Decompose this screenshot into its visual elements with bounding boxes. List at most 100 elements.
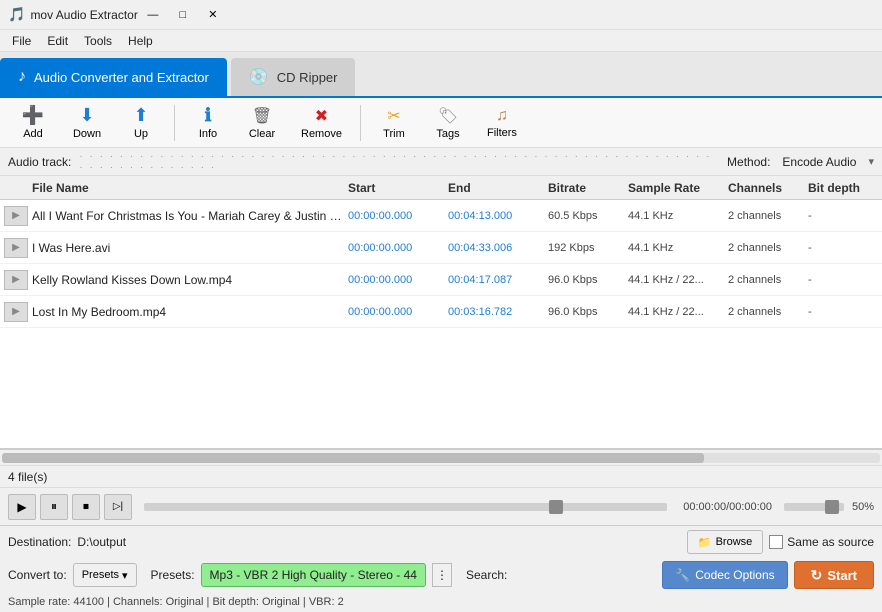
audiotrack-dots: · · · · · · · · · · · · · · · · · · · · … bbox=[79, 151, 719, 173]
trim-icon: ✂ bbox=[387, 106, 400, 126]
progress-bar[interactable] bbox=[144, 503, 667, 511]
volume-thumb[interactable] bbox=[825, 500, 839, 514]
menu-file[interactable]: File bbox=[4, 32, 39, 50]
down-label: Down bbox=[73, 128, 101, 140]
stop-button[interactable]: ⏹ bbox=[72, 494, 100, 520]
playback-time: 00:00:00/00:00:00 bbox=[683, 501, 772, 513]
maximize-button[interactable]: □ bbox=[168, 5, 198, 25]
menu-edit[interactable]: Edit bbox=[39, 32, 76, 50]
file-end: 00:04:33.006 bbox=[448, 242, 548, 254]
up-label: Up bbox=[134, 128, 148, 140]
destination-value: D:\output bbox=[77, 535, 681, 549]
toolbar-sep-1 bbox=[174, 105, 175, 141]
method-value: Encode Audio bbox=[782, 155, 856, 169]
file-start: 00:00:00.000 bbox=[348, 210, 448, 222]
file-end: 00:04:13.000 bbox=[448, 210, 548, 222]
start-button[interactable]: ↻ Start bbox=[794, 561, 874, 589]
header-channels: Channels bbox=[728, 181, 808, 195]
minimize-button[interactable]: — bbox=[138, 5, 168, 25]
clear-button[interactable]: 🗑 Clear bbox=[237, 102, 287, 144]
trim-button[interactable]: ✂ Trim bbox=[369, 102, 419, 144]
down-button[interactable]: ⬇ Down bbox=[62, 101, 112, 144]
file-name: I Was Here.avi bbox=[32, 241, 348, 255]
info-row: Sample rate: 44100 | Channels: Original … bbox=[0, 592, 882, 612]
info-text: Sample rate: 44100 | Channels: Original … bbox=[8, 596, 344, 608]
tags-label: Tags bbox=[436, 128, 459, 140]
filelist-header: File Name Start End Bitrate Sample Rate … bbox=[0, 176, 882, 200]
remove-button[interactable]: ✖ Remove bbox=[291, 102, 352, 144]
menu-help[interactable]: Help bbox=[120, 32, 161, 50]
file-start: 00:00:00.000 bbox=[348, 306, 448, 318]
browse-button[interactable]: 📁 Browse bbox=[687, 530, 763, 554]
method-menu-icon[interactable]: ▾ bbox=[868, 155, 874, 168]
titlebar: 🎵 mov Audio Extractor — □ ✕ bbox=[0, 0, 882, 30]
filters-icon: ♫ bbox=[496, 107, 508, 125]
file-name: Kelly Rowland Kisses Down Low.mp4 bbox=[32, 273, 348, 287]
tags-button[interactable]: 🏷 Tags bbox=[423, 102, 473, 144]
file-end: 00:03:16.782 bbox=[448, 306, 548, 318]
browse-label: Browse bbox=[716, 536, 753, 548]
converter-icon: ♪ bbox=[18, 68, 26, 86]
up-button[interactable]: ⬆ Up bbox=[116, 101, 166, 144]
toolbar: ➕ Add ⬇ Down ⬆ Up ℹ Info 🗑 Clear ✖ Remov… bbox=[0, 98, 882, 148]
destination-row: Destination: D:\output 📁 Browse Same as … bbox=[0, 526, 882, 558]
codec-options-button[interactable]: 🔧 Codec Options bbox=[662, 561, 787, 589]
menubar: File Edit Tools Help bbox=[0, 30, 882, 52]
info-icon: ℹ bbox=[205, 105, 212, 126]
toolbar-sep-2 bbox=[360, 105, 361, 141]
audiotrack-label: Audio track: bbox=[8, 155, 71, 169]
filters-label: Filters bbox=[487, 127, 517, 139]
presets-button[interactable]: Presets ▾ bbox=[73, 563, 137, 587]
presets-menu-button[interactable]: ⋮ bbox=[432, 563, 452, 587]
same-as-source[interactable]: Same as source bbox=[769, 535, 874, 549]
file-bitrate: 192 Kbps bbox=[548, 242, 628, 254]
pause-button[interactable]: ⏸ bbox=[40, 494, 68, 520]
method-label: Method: bbox=[727, 155, 770, 169]
play-button[interactable]: ▶ bbox=[8, 494, 36, 520]
file-samplerate: 44.1 KHz bbox=[628, 242, 728, 254]
tab-converter[interactable]: ♪ Audio Converter and Extractor bbox=[0, 58, 227, 96]
scroll-thumb[interactable] bbox=[2, 453, 704, 463]
file-bitrate: 96.0 Kbps bbox=[548, 274, 628, 286]
filelist-area: File Name Start End Bitrate Sample Rate … bbox=[0, 176, 882, 449]
audiotrack-bar: Audio track: · · · · · · · · · · · · · ·… bbox=[0, 148, 882, 176]
start-icon: ↻ bbox=[811, 567, 823, 584]
step-button[interactable]: ▷| bbox=[104, 494, 132, 520]
same-source-label: Same as source bbox=[787, 535, 874, 549]
header-bitrate: Bitrate bbox=[548, 181, 628, 195]
convert-row: Convert to: Presets ▾ Presets: Mp3 - VBR… bbox=[0, 558, 882, 592]
filters-button[interactable]: ♫ Filters bbox=[477, 103, 527, 143]
tags-icon: 🏷 bbox=[438, 106, 458, 126]
search-label: Search: bbox=[466, 568, 507, 582]
add-button[interactable]: ➕ Add bbox=[8, 101, 58, 144]
remove-label: Remove bbox=[301, 128, 342, 140]
bottom-controls: Destination: D:\output 📁 Browse Same as … bbox=[0, 525, 882, 612]
statusbar: 4 file(s) bbox=[0, 465, 882, 487]
table-row[interactable]: ▶ Lost In My Bedroom.mp4 00:00:00.000 00… bbox=[0, 296, 882, 328]
horizontal-scrollbar[interactable] bbox=[0, 449, 882, 465]
tab-cdripper[interactable]: 💿 CD Ripper bbox=[231, 58, 356, 96]
progress-thumb[interactable] bbox=[549, 500, 563, 514]
presets-value: Mp3 - VBR 2 High Quality - Stereo - 44 bbox=[201, 563, 426, 587]
file-samplerate: 44.1 KHz bbox=[628, 210, 728, 222]
file-bitdepth: - bbox=[808, 210, 878, 222]
presets-btn-label: Presets bbox=[82, 569, 119, 581]
close-button[interactable]: ✕ bbox=[198, 5, 228, 25]
menu-tools[interactable]: Tools bbox=[76, 32, 120, 50]
same-source-checkbox[interactable] bbox=[769, 535, 783, 549]
file-channels: 2 channels bbox=[728, 274, 808, 286]
info-button[interactable]: ℹ Info bbox=[183, 101, 233, 144]
header-samplerate: Sample Rate bbox=[628, 181, 728, 195]
table-row[interactable]: ▶ All I Want For Christmas Is You - Mari… bbox=[0, 200, 882, 232]
volume-label: 50% bbox=[852, 501, 874, 513]
playback-bar: ▶ ⏸ ⏹ ▷| 00:00:00/00:00:00 50% bbox=[0, 487, 882, 525]
file-samplerate: 44.1 KHz / 22... bbox=[628, 306, 728, 318]
file-bitdepth: - bbox=[808, 306, 878, 318]
file-start: 00:00:00.000 bbox=[348, 242, 448, 254]
table-row[interactable]: ▶ Kelly Rowland Kisses Down Low.mp4 00:0… bbox=[0, 264, 882, 296]
file-end: 00:04:17.087 bbox=[448, 274, 548, 286]
file-thumb: ▶ bbox=[4, 302, 32, 322]
volume-bar[interactable] bbox=[784, 503, 844, 511]
scroll-track[interactable] bbox=[2, 453, 880, 463]
table-row[interactable]: ▶ I Was Here.avi 00:00:00.000 00:04:33.0… bbox=[0, 232, 882, 264]
